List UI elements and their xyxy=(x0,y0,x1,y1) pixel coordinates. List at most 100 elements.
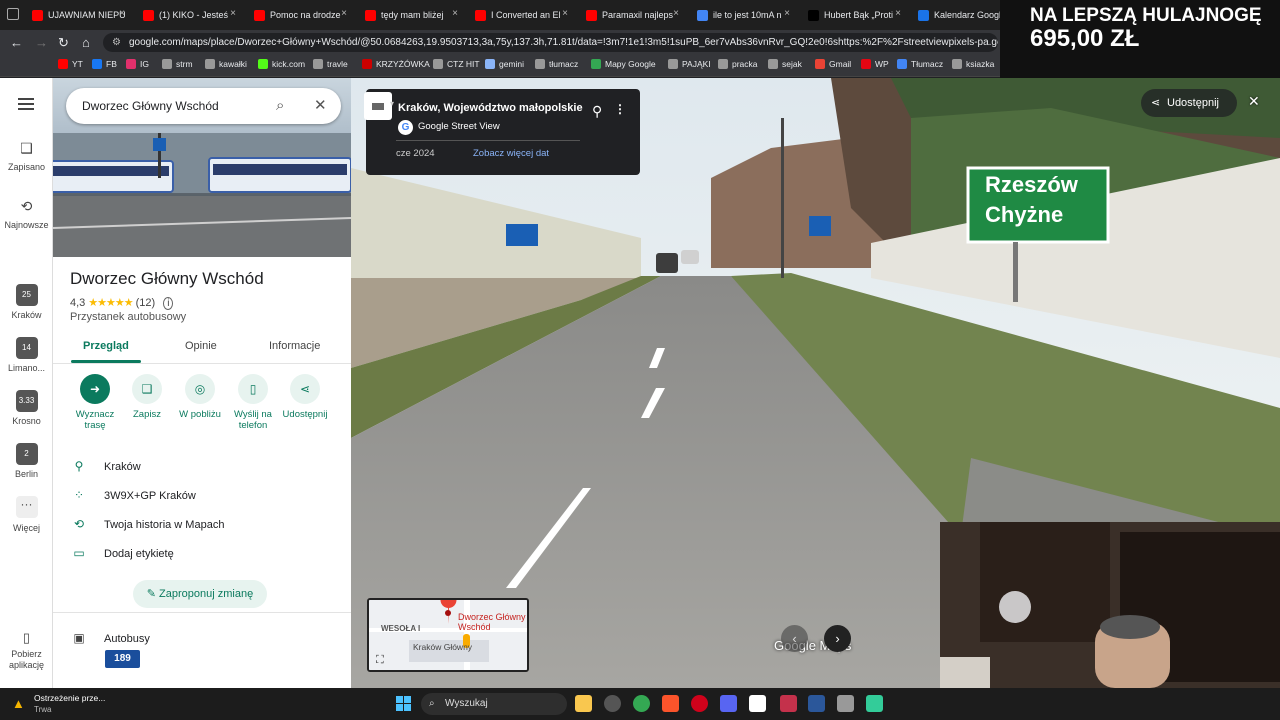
bookmark-item[interactable]: FB xyxy=(92,59,117,69)
bookmark-item[interactable]: tłumacz xyxy=(535,59,578,69)
nearby-button[interactable]: ◎ W pobliżu xyxy=(172,374,228,420)
bookmark-item[interactable]: IG xyxy=(126,59,149,69)
bookmark-item[interactable]: Gmail xyxy=(815,59,851,69)
file-explorer-icon[interactable] xyxy=(575,695,592,712)
browser-tab[interactable]: Paramaxil najleps × xyxy=(580,3,685,27)
back-icon[interactable]: ← xyxy=(10,35,23,50)
bookmark-item[interactable]: travle xyxy=(313,59,348,69)
info-row-address[interactable]: ⚲ Kraków xyxy=(70,458,141,474)
rail-more[interactable]: ··· Więcej xyxy=(0,496,53,533)
browser-tab[interactable]: Pomoc na drodze × xyxy=(248,3,353,27)
chevron-right-icon[interactable]: › xyxy=(824,625,851,652)
tab-overview-icon[interactable] xyxy=(7,8,19,20)
tab-reviews[interactable]: Opinie xyxy=(185,340,217,352)
more-vert-icon[interactable]: ⋮ xyxy=(614,102,626,116)
search-icon[interactable]: ⌕ xyxy=(276,88,284,124)
send-to-phone-button[interactable]: ▯ Wyślij na telefon xyxy=(225,374,281,431)
discord-icon[interactable] xyxy=(720,695,737,712)
rail-recent-place[interactable]: 2 Berlin xyxy=(0,443,53,479)
location-pin-icon[interactable]: ⚲ xyxy=(592,103,602,120)
active-app-icon[interactable] xyxy=(749,695,766,712)
bookmark-item[interactable]: KRZYŻÓWKA xyxy=(362,59,430,69)
rail-recent[interactable]: ⟲ Najnowsze xyxy=(0,198,53,230)
place-type[interactable]: Przystanek autobusowy xyxy=(70,311,186,323)
info-row-plus-code[interactable]: ⁘ 3W9X+GP Kraków xyxy=(70,487,196,503)
bookmark-item[interactable]: kick.com xyxy=(258,59,305,69)
tab-close-icon[interactable]: × xyxy=(452,8,458,19)
chevron-left-icon[interactable]: ‹ xyxy=(781,625,808,652)
search-input[interactable]: Dworzec Główny Wschód ⌕ ✕ xyxy=(66,88,341,124)
bookmark-item[interactable]: Tłumacz xyxy=(897,59,943,69)
app-icon[interactable] xyxy=(604,695,621,712)
browser-tab[interactable]: Hubert Bąk „Proti × xyxy=(802,3,907,27)
browser-tab[interactable]: UJAWNIAM NIEPU × xyxy=(26,3,131,27)
forward-icon[interactable]: → xyxy=(35,35,48,50)
bookmark-item[interactable]: sejak xyxy=(768,59,802,69)
windows-start-icon[interactable] xyxy=(396,696,412,712)
expand-icon[interactable]: ⛶ xyxy=(376,654,384,667)
bookmark-item[interactable]: strm xyxy=(162,59,193,69)
rail-more-label: Więcej xyxy=(12,523,40,533)
tab-close-icon[interactable]: × xyxy=(341,8,347,19)
suggest-edit-button[interactable]: ✎ Zaproponuj zmianę xyxy=(133,580,267,608)
bus-line-badge[interactable]: 189 xyxy=(105,650,140,668)
url-input[interactable]: ⚙ google.com/maps/place/Dworzec+Główny+W… xyxy=(103,33,998,52)
tab-close-icon[interactable]: × xyxy=(673,8,679,19)
bookmark-item[interactable]: WP xyxy=(861,59,889,69)
close-icon[interactable]: ✕ xyxy=(1248,93,1260,110)
close-icon[interactable]: ✕ xyxy=(314,88,327,124)
browser-tab[interactable]: I Converted an El × xyxy=(469,3,574,27)
tab-close-icon[interactable]: × xyxy=(230,8,236,19)
directions-button[interactable]: ➜ Wyznacz trasę xyxy=(67,374,123,431)
site-info-icon[interactable]: ⚙ xyxy=(112,33,121,52)
more-dates-link[interactable]: Zobacz więcej dat xyxy=(473,148,549,159)
save-button[interactable]: ❑ Zapisz xyxy=(119,374,175,420)
review-count[interactable]: (12) xyxy=(136,297,156,309)
browser-tab[interactable]: (1) KIKO - Jesteś × xyxy=(137,3,242,27)
rail-get-app[interactable]: ▯ Pobierz aplikację xyxy=(0,630,53,671)
brave-icon[interactable] xyxy=(662,695,679,712)
bookmark-item[interactable]: pracka xyxy=(718,59,758,69)
browser-tab[interactable]: ile to jest 10mA n × xyxy=(691,3,796,27)
tab-close-icon[interactable]: × xyxy=(895,8,901,19)
bookmark-item[interactable]: ksiazka xyxy=(952,59,994,69)
calculator-icon[interactable] xyxy=(837,695,854,712)
tab-overview[interactable]: Przegląd xyxy=(83,340,129,352)
dropdown-arrow-icon[interactable]: ▾ xyxy=(390,99,394,108)
info-row-history[interactable]: ⟲ Twoja historia w Mapach xyxy=(70,516,224,532)
home-icon[interactable]: ⌂ xyxy=(82,35,90,50)
browser-tab[interactable]: tędy mam bliżej × xyxy=(359,3,464,27)
share-button[interactable]: ⋖ Udostępnij xyxy=(277,374,333,420)
reload-icon[interactable]: ↻ xyxy=(58,35,69,51)
word-icon[interactable] xyxy=(808,695,825,712)
mini-map[interactable]: Dworzec Główny Wschód WESOŁA I Kraków Gł… xyxy=(367,598,529,672)
bookmark-item[interactable]: kawałki xyxy=(205,59,247,69)
keyboard-icon[interactable] xyxy=(364,92,392,120)
phone-icon: ▯ xyxy=(22,630,31,645)
info-row-label[interactable]: ▭ Dodaj etykietę xyxy=(70,545,173,561)
rail-recent-place[interactable]: 14 Limano... xyxy=(0,337,53,373)
bookmark-item[interactable]: PAJĄKI xyxy=(668,59,711,69)
bookmark-item[interactable]: CTZ HIT xyxy=(433,59,480,69)
rail-saved[interactable]: ❑ Zapisano xyxy=(0,140,53,172)
tab-about[interactable]: Informacje xyxy=(269,340,320,352)
place-label: Krosno xyxy=(12,416,41,426)
info-icon[interactable]: i xyxy=(163,297,174,310)
rail-recent-place[interactable]: 25 Kraków xyxy=(0,284,53,320)
bookmark-item[interactable]: gemini xyxy=(485,59,524,69)
share-button[interactable]: ⋖ Udostępnij xyxy=(1141,89,1237,117)
notification-title[interactable]: Ostrzeżenie prze... xyxy=(34,693,105,703)
tab-close-icon[interactable]: × xyxy=(119,8,125,19)
hamburger-icon[interactable] xyxy=(18,98,34,110)
chrome-icon[interactable] xyxy=(633,695,650,712)
opera-icon[interactable] xyxy=(691,695,708,712)
bookmark-favicon-icon xyxy=(485,59,495,69)
rail-recent-place[interactable]: 3.33 Krosno xyxy=(0,390,53,426)
tab-close-icon[interactable]: × xyxy=(784,8,790,19)
app-icon-green[interactable] xyxy=(866,695,883,712)
bookmark-item[interactable]: Mapy Google xyxy=(591,59,656,69)
app-icon-red[interactable] xyxy=(780,695,797,712)
taskbar-search[interactable]: ⌕ Wyszukaj xyxy=(421,693,567,715)
tab-close-icon[interactable]: × xyxy=(562,8,568,19)
bookmark-item[interactable]: YT xyxy=(58,59,83,69)
